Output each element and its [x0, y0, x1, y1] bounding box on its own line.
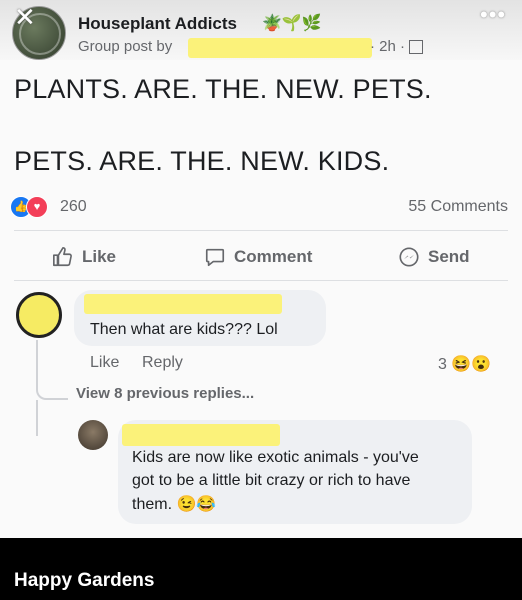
love-reaction-icon: ♥ — [26, 196, 48, 218]
post-meta: Group post by — [78, 38, 172, 55]
caption-line-2: PETS. ARE. THE. NEW. KIDS. — [14, 146, 390, 176]
thread-connector — [36, 400, 78, 436]
group-post-icon — [409, 40, 424, 55]
laugh-wow-reaction-icons: 😆😮 — [451, 356, 492, 373]
comment-button[interactable]: Comment — [204, 246, 312, 268]
divider — [14, 230, 508, 231]
redacted-author — [188, 38, 372, 58]
caption-line-1: PLANTS. ARE. THE. NEW. PETS. — [14, 74, 432, 104]
post-time: · 2h · — [370, 38, 410, 55]
group-name[interactable]: Houseplant Addicts — [78, 14, 237, 34]
close-icon[interactable]: ✕ — [14, 2, 36, 33]
more-options-icon[interactable]: ••• — [480, 2, 506, 28]
redacted-replier-name — [122, 424, 280, 446]
post-meta-time: · 2h · — [370, 38, 424, 55]
comment-like-button[interactable]: Like — [90, 354, 119, 372]
messenger-icon — [399, 247, 419, 267]
footer-watermark: Happy Gardens — [14, 570, 155, 591]
comment-reaction-count: 3 — [438, 356, 447, 373]
reply-text-line-3: them. 😉😂 — [132, 493, 216, 516]
thread-connector — [36, 340, 68, 400]
comment-label: Comment — [234, 247, 313, 266]
redacted-commenter-name — [84, 294, 282, 314]
divider — [14, 280, 508, 281]
send-button[interactable]: Send — [398, 246, 470, 268]
reply-text-line-1: Kids are now like exotic animals - you'v… — [132, 449, 419, 466]
view-previous-replies-link[interactable]: View 8 previous replies... — [76, 385, 254, 402]
reply-text-line-2: got to be a little bit crazy or rich to … — [132, 472, 411, 489]
comment-icon — [205, 248, 225, 267]
reaction-count: 260 — [60, 198, 87, 215]
comments-count[interactable]: 55 Comments — [408, 198, 508, 216]
reply-text-end: them. — [132, 496, 173, 513]
comment-text: Then what are kids??? Lol — [90, 321, 278, 338]
commenter-avatar[interactable] — [16, 292, 62, 338]
send-label: Send — [428, 247, 470, 266]
facebook-post: ✕ Houseplant Addicts 🪴🌱🌿 Group post by ·… — [0, 0, 522, 538]
like-label: Like — [82, 247, 117, 266]
replier-avatar[interactable] — [78, 420, 108, 450]
like-button[interactable]: Like — [52, 246, 116, 268]
comment-reaction-summary[interactable]: 3 😆😮 — [438, 354, 491, 374]
meta-prefix: Group post by — [78, 38, 173, 55]
wink-laugh-emoji-icons: 😉😂 — [176, 496, 217, 513]
comment-reply-button[interactable]: Reply — [142, 354, 183, 372]
group-emojis: 🪴🌱🌿 — [262, 15, 322, 32]
thumbs-up-icon — [53, 247, 72, 267]
